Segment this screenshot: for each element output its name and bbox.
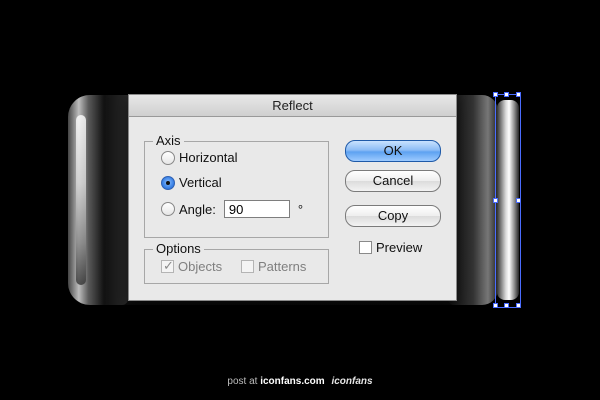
options-legend: Options bbox=[153, 241, 204, 256]
selection-handle-bottom-right[interactable] bbox=[516, 303, 521, 308]
radio-angle-control[interactable] bbox=[161, 202, 175, 216]
checkmark-icon: ✓ bbox=[163, 258, 174, 273]
dialog-title[interactable]: Reflect bbox=[129, 95, 456, 117]
selection-handle-bottom-left[interactable] bbox=[493, 303, 498, 308]
selection-handle-top-left[interactable] bbox=[493, 92, 498, 97]
selection-handle-top-right[interactable] bbox=[516, 92, 521, 97]
reflect-dialog: Reflect Axis Horizontal Vertical Angle: … bbox=[128, 94, 457, 301]
preview-label[interactable]: Preview bbox=[376, 240, 422, 255]
radio-angle[interactable]: Angle: ° bbox=[161, 200, 303, 218]
selection-handle-bottom-center[interactable] bbox=[504, 303, 509, 308]
checkbox-patterns[interactable]: Patterns bbox=[241, 259, 306, 274]
footer-watermark: post at iconfans.com iconfans bbox=[0, 376, 600, 387]
checkbox-patterns-label[interactable]: Patterns bbox=[258, 259, 306, 274]
selection-handle-middle-left[interactable] bbox=[493, 198, 498, 203]
selected-object[interactable] bbox=[493, 92, 521, 308]
cap-highlight bbox=[76, 115, 86, 285]
footer-prefix: post at bbox=[227, 376, 258, 387]
checkbox-objects[interactable]: ✓ Objects bbox=[161, 258, 222, 274]
radio-horizontal[interactable]: Horizontal bbox=[161, 150, 238, 165]
radio-vertical[interactable]: Vertical bbox=[161, 175, 222, 190]
footer-site: iconfans.com bbox=[260, 376, 325, 387]
preview-checkbox[interactable]: Preview bbox=[359, 240, 422, 255]
ok-button[interactable]: OK bbox=[345, 140, 441, 162]
checkbox-objects-control[interactable]: ✓ bbox=[161, 258, 174, 273]
checkbox-patterns-control[interactable] bbox=[241, 260, 254, 273]
cylinder-left-cap bbox=[68, 95, 128, 305]
copy-button[interactable]: Copy bbox=[345, 205, 441, 227]
radio-horizontal-control[interactable] bbox=[161, 150, 175, 165]
radio-angle-label[interactable]: Angle: bbox=[179, 202, 216, 217]
axis-legend: Axis bbox=[153, 133, 184, 148]
angle-input[interactable] bbox=[223, 200, 290, 218]
cancel-button[interactable]: Cancel bbox=[345, 170, 441, 192]
radio-horizontal-label[interactable]: Horizontal bbox=[179, 150, 238, 165]
footer-brand-logo: iconfans bbox=[331, 376, 373, 387]
preview-checkbox-control[interactable] bbox=[359, 241, 372, 254]
selection-handle-top-center[interactable] bbox=[504, 92, 509, 97]
radio-vertical-control[interactable] bbox=[161, 175, 175, 190]
checkbox-objects-label[interactable]: Objects bbox=[178, 259, 222, 274]
radio-vertical-label[interactable]: Vertical bbox=[179, 175, 222, 190]
selection-handle-middle-right[interactable] bbox=[516, 198, 521, 203]
degree-symbol: ° bbox=[297, 201, 304, 217]
